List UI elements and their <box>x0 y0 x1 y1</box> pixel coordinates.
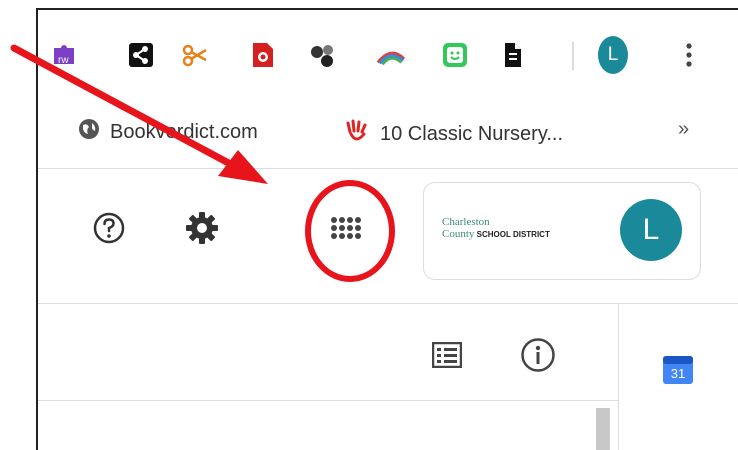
annotation-arrowhead <box>218 150 268 184</box>
annotation-arrow-line <box>10 44 240 171</box>
annotation-overlay <box>10 44 395 282</box>
annotation-circle <box>305 180 395 282</box>
